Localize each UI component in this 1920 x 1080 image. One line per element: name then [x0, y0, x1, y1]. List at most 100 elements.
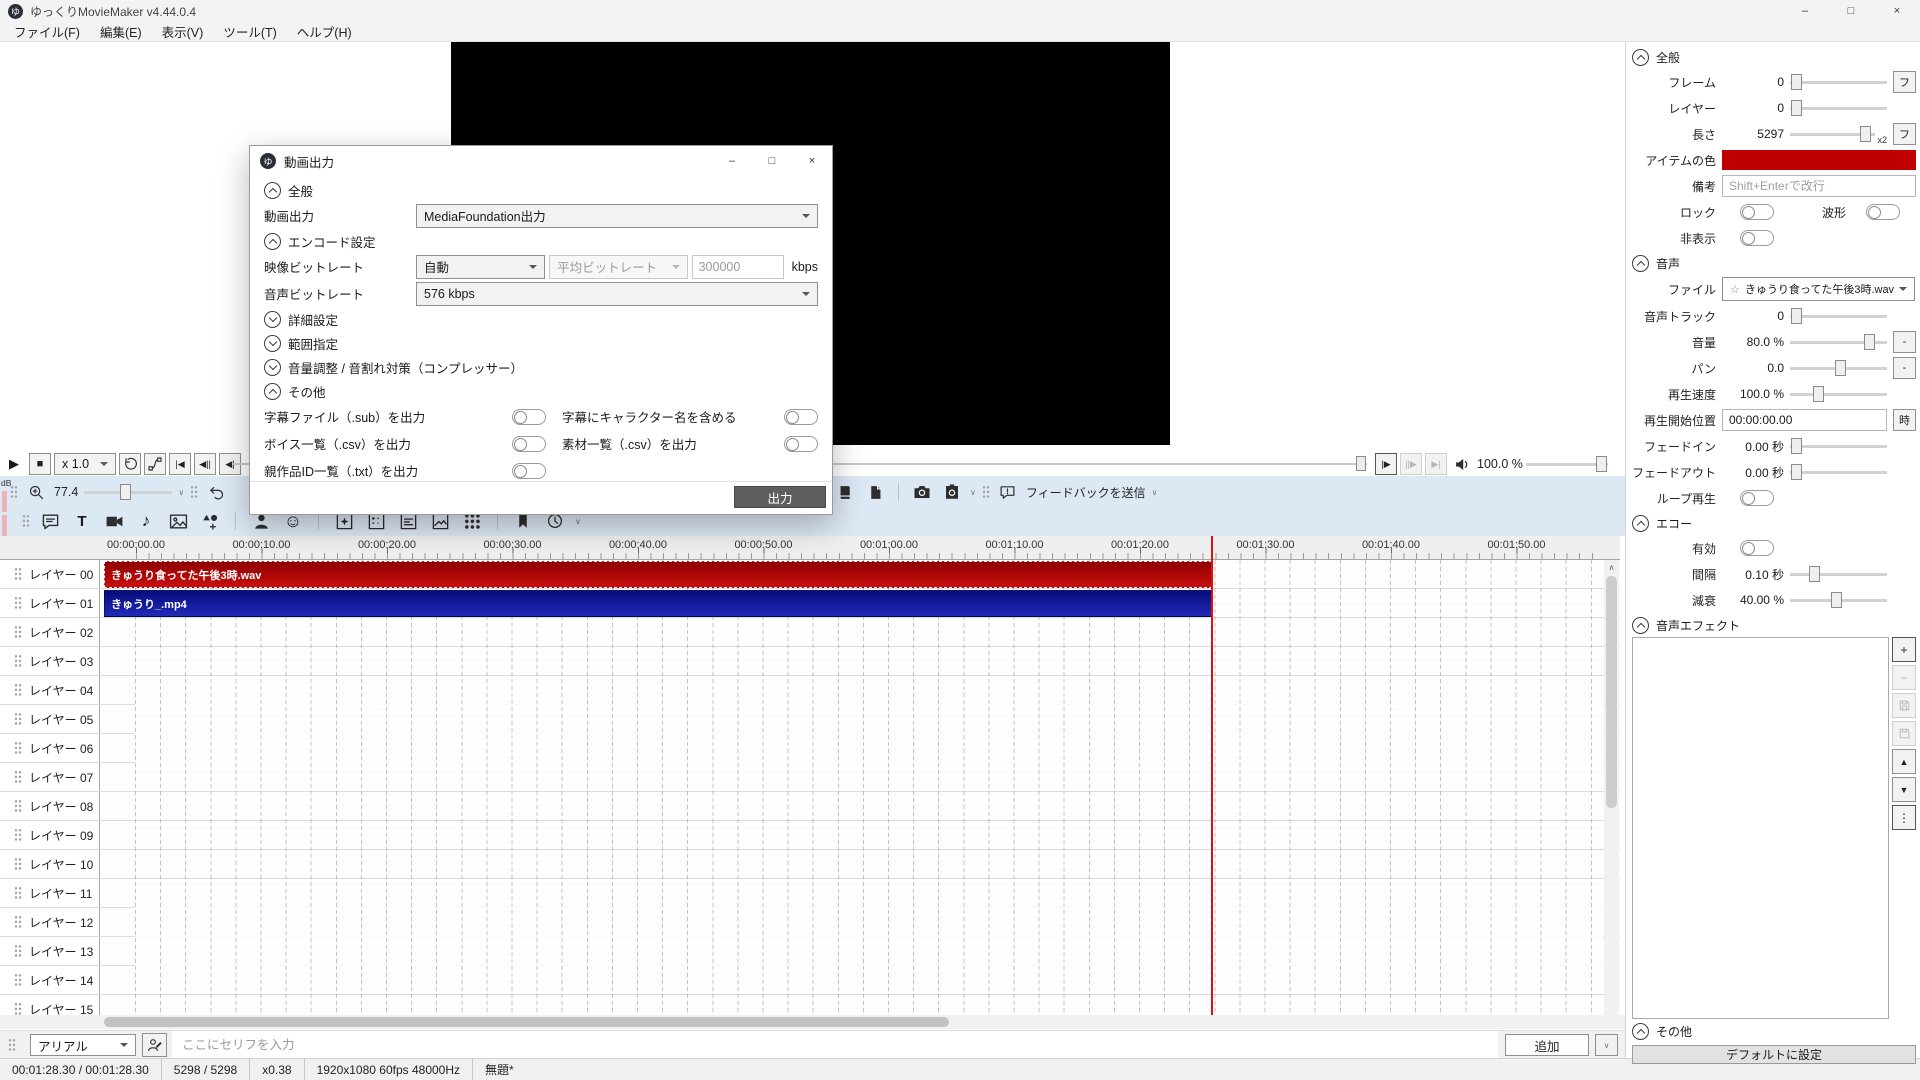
video-bitrate-type-select[interactable]: 平均ビットレート	[549, 255, 687, 279]
font-select[interactable]: アリアル	[30, 1034, 136, 1056]
seek-slider-thumb[interactable]	[1356, 456, 1366, 471]
effect-menu-button[interactable]: ⋮	[1892, 805, 1916, 830]
undo-icon[interactable]	[204, 480, 228, 504]
close-button[interactable]: ×	[1874, 0, 1920, 22]
maximize-button[interactable]: □	[1828, 0, 1874, 22]
playhead[interactable]	[1211, 536, 1213, 1015]
start-position-input[interactable]: 00:00:00.00	[1722, 409, 1887, 431]
layer-header-cell[interactable]: レイヤー 05	[0, 705, 100, 733]
dialog-title-bar[interactable]: ゆ 動画出力 – □ ×	[250, 146, 832, 176]
parent-id-list-toggle[interactable]	[512, 463, 546, 479]
echo-interval-slider[interactable]	[1790, 566, 1887, 582]
seek-start-button[interactable]: |◀	[169, 453, 191, 475]
layer-drag-handle[interactable]	[14, 799, 22, 813]
speaker-icon[interactable]	[1450, 452, 1474, 476]
layer-drag-handle[interactable]	[14, 973, 22, 987]
layer-drag-handle[interactable]	[14, 596, 22, 610]
serif-text-input[interactable]	[172, 1031, 1498, 1059]
output-button[interactable]: 出力	[734, 486, 826, 508]
menu-file[interactable]: ファイル(F)	[4, 22, 90, 42]
expand-advanced-icon[interactable]	[264, 311, 281, 328]
layer-header-cell[interactable]: レイヤー 00	[0, 560, 100, 588]
add-serif-button[interactable]: 追加	[1505, 1034, 1589, 1056]
layer-drag-handle[interactable]	[14, 712, 22, 726]
curve-editor-icon[interactable]	[144, 453, 166, 475]
layer-drag-handle[interactable]	[14, 944, 22, 958]
hidden-toggle[interactable]	[1740, 230, 1774, 246]
toolbar-drag-handle[interactable]	[982, 485, 990, 499]
audio-track-value[interactable]: 0	[1722, 309, 1784, 323]
repeat-icon[interactable]	[119, 453, 141, 475]
layer-value[interactable]: 0	[1722, 101, 1784, 115]
open-project-icon[interactable]	[833, 480, 857, 504]
layer-drag-handle[interactable]	[14, 828, 22, 842]
zoom-overflow-chevron[interactable]: ∨	[178, 488, 184, 497]
screenshot-icon[interactable]	[910, 480, 934, 504]
collapse-dialog-general-icon[interactable]	[264, 182, 281, 199]
fade-out-value[interactable]: 0.00 秒	[1722, 464, 1784, 481]
dialog-minimize-button[interactable]: –	[712, 146, 752, 176]
pan-slider[interactable]	[1790, 360, 1887, 376]
layer-header-cell[interactable]: レイヤー 08	[0, 792, 100, 820]
favorite-star-icon[interactable]: ☆	[1730, 283, 1740, 296]
voice-list-toggle[interactable]	[512, 436, 546, 452]
stop-button[interactable]: ■	[29, 453, 51, 475]
audio-track-slider[interactable]	[1790, 308, 1887, 324]
layer-header-cell[interactable]: レイヤー 12	[0, 908, 100, 936]
capture-overflow-chevron[interactable]: ∨	[970, 488, 976, 497]
speaker-edit-icon[interactable]	[142, 1033, 167, 1057]
fade-in-value[interactable]: 0.00 秒	[1722, 438, 1784, 455]
move-effect-down-button[interactable]: ▼	[1892, 777, 1916, 802]
layer-drag-handle[interactable]	[14, 770, 22, 784]
length-slider[interactable]	[1790, 126, 1875, 142]
items-toolbar-drag-handle[interactable]	[22, 514, 30, 528]
layer-header-cell[interactable]: レイヤー 11	[0, 879, 100, 907]
echo-decay-value[interactable]: 40.00 %	[1722, 593, 1784, 607]
volume-animation-button[interactable]: -	[1893, 331, 1916, 353]
forward-scene-button[interactable]: ||▶	[1400, 453, 1422, 475]
volume-slider[interactable]	[1790, 334, 1887, 350]
frame-unit-button[interactable]: フ	[1893, 71, 1916, 93]
master-volume-slider[interactable]	[1526, 456, 1608, 472]
video-bitrate-mode-select[interactable]: 自動	[416, 255, 545, 279]
layer-slider[interactable]	[1790, 100, 1887, 116]
note-input[interactable]	[1729, 179, 1909, 193]
layer-header-cell[interactable]: レイヤー 10	[0, 850, 100, 878]
layer-drag-handle[interactable]	[14, 683, 22, 697]
menu-tools[interactable]: ツール(T)	[213, 22, 286, 42]
minimize-button[interactable]: –	[1782, 0, 1828, 22]
collapse-general-icon[interactable]	[1632, 49, 1649, 66]
dialog-maximize-button[interactable]: □	[752, 146, 792, 176]
timeline-clip-audio[interactable]: きゅうり食ってた午後3時.wav	[104, 561, 1212, 588]
collapse-effects-icon[interactable]	[1632, 617, 1649, 634]
load-effect-preset-button[interactable]	[1892, 693, 1916, 718]
layer-header-cell[interactable]: レイヤー 15	[0, 995, 100, 1015]
clipboard-capture-icon[interactable]	[940, 480, 964, 504]
set-default-button[interactable]: デフォルトに設定	[1632, 1045, 1916, 1064]
layer-header-cell[interactable]: レイヤー 02	[0, 618, 100, 646]
subtitle-output-toggle[interactable]	[512, 409, 546, 425]
timeline-ruler[interactable]: 00:00:00.0000:00:10.0000:00:20.0000:00:3…	[0, 536, 1620, 560]
speed-value[interactable]: 100.0 %	[1722, 387, 1784, 401]
item-color-swatch[interactable]	[1722, 150, 1916, 170]
feedback-overflow-chevron[interactable]: ∨	[1152, 488, 1158, 497]
back-scene-button[interactable]: ◀||	[194, 453, 216, 475]
subtitle-character-toggle[interactable]	[784, 409, 818, 425]
audio-effects-list[interactable]	[1632, 637, 1889, 1019]
timeline-zoom-slider[interactable]	[84, 484, 172, 500]
feedback-button[interactable]: フィードバックを送信	[1026, 484, 1146, 501]
layer-header-cell[interactable]: レイヤー 01	[0, 589, 100, 617]
move-effect-up-button[interactable]: ▲	[1892, 749, 1916, 774]
volume-value[interactable]: 80.0 %	[1722, 335, 1784, 349]
collapse-dialog-others-icon[interactable]	[264, 383, 281, 400]
toolbar-drag-handle[interactable]	[190, 485, 198, 499]
fade-out-slider[interactable]	[1790, 464, 1887, 480]
frame-slider[interactable]	[1790, 74, 1887, 90]
layer-drag-handle[interactable]	[14, 567, 22, 581]
time-unit-button[interactable]: 時	[1893, 409, 1916, 431]
layer-header-cell[interactable]: レイヤー 14	[0, 966, 100, 994]
collapse-echo-icon[interactable]	[1632, 515, 1649, 532]
pan-animation-button[interactable]: -	[1893, 357, 1916, 379]
layer-header-cell[interactable]: レイヤー 03	[0, 647, 100, 675]
add-text-item-icon[interactable]: T	[70, 509, 94, 533]
